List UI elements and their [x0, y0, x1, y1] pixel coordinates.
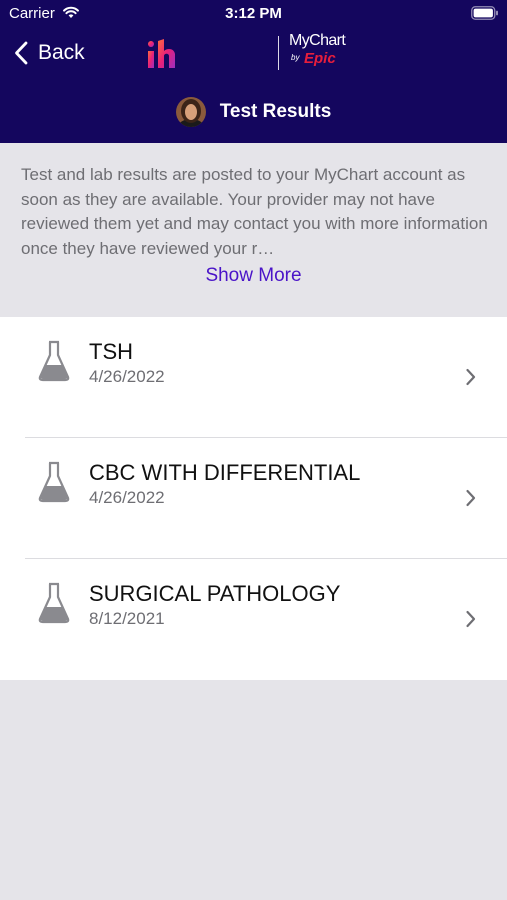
back-label: Back	[38, 41, 85, 64]
result-row-surgical-pathology[interactable]: SURGICAL PATHOLOGY 8/12/2021	[0, 559, 507, 680]
result-name: TSH	[89, 339, 133, 364]
flask-icon	[38, 340, 70, 382]
page-title: Test Results	[219, 101, 332, 122]
mychart-logo: MyChart by Epic	[289, 32, 346, 67]
result-name: CBC WITH DIFFERENTIAL	[89, 460, 361, 485]
back-button[interactable]: Back	[14, 38, 85, 68]
chevron-right-icon	[466, 489, 476, 507]
user-photo-icon	[175, 97, 206, 127]
app-header: Carrier 3:12 PM Back MyChart by Epic Tes…	[0, 0, 507, 143]
info-text: Test and lab results are posted to your …	[21, 165, 488, 258]
chevron-left-icon	[15, 41, 28, 65]
result-date: 8/12/2021	[89, 609, 165, 628]
flask-icon	[38, 582, 70, 624]
result-row-tsh[interactable]: TSH 4/26/2022	[0, 317, 507, 438]
info-banner: Test and lab results are posted to your …	[0, 143, 507, 317]
clock: 3:12 PM	[225, 5, 282, 22]
page-title-row: Test Results	[0, 96, 507, 128]
show-more-link[interactable]: Show More	[0, 265, 507, 287]
avatar[interactable]	[175, 97, 206, 127]
chevron-right-icon	[466, 610, 476, 628]
empty-area	[0, 680, 507, 900]
logo-divider	[278, 36, 279, 70]
chevron-right-icon	[466, 368, 476, 386]
status-bar: Carrier 3:12 PM	[0, 0, 507, 28]
result-date: 4/26/2022	[89, 367, 165, 386]
results-list: TSH 4/26/2022 CBC WITH DIFFERENTIAL 4/26…	[0, 317, 507, 680]
intermountain-logo	[148, 39, 175, 68]
flask-icon	[38, 461, 70, 503]
result-date: 4/26/2022	[89, 488, 165, 507]
result-row-cbc[interactable]: CBC WITH DIFFERENTIAL 4/26/2022	[0, 438, 507, 559]
result-name: SURGICAL PATHOLOGY	[89, 581, 341, 606]
battery-icon	[471, 6, 498, 20]
